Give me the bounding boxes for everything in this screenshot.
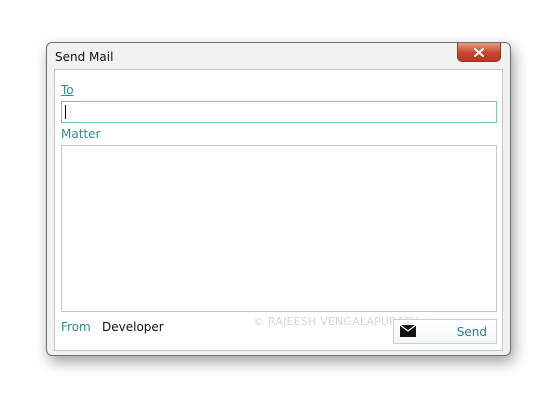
mail-form: To Matter From Developer © RAJEESH VENGA… [54, 69, 503, 351]
send-button[interactable]: Send [393, 319, 497, 344]
to-input[interactable] [61, 101, 497, 123]
title-bar[interactable]: Send Mail [47, 43, 510, 69]
matter-textarea[interactable] [61, 145, 497, 312]
from-value: Developer [102, 320, 164, 334]
text-caret [65, 105, 66, 119]
envelope-icon [400, 325, 416, 337]
close-button[interactable] [457, 43, 501, 62]
from-label: From [61, 320, 91, 334]
send-mail-window: Send Mail To Matter From Developer © RAJ… [46, 42, 511, 356]
window-title: Send Mail [55, 50, 114, 64]
to-label[interactable]: To [61, 83, 74, 97]
matter-label: Matter [61, 127, 101, 141]
close-icon [474, 47, 484, 57]
send-button-label: Send [456, 325, 487, 339]
